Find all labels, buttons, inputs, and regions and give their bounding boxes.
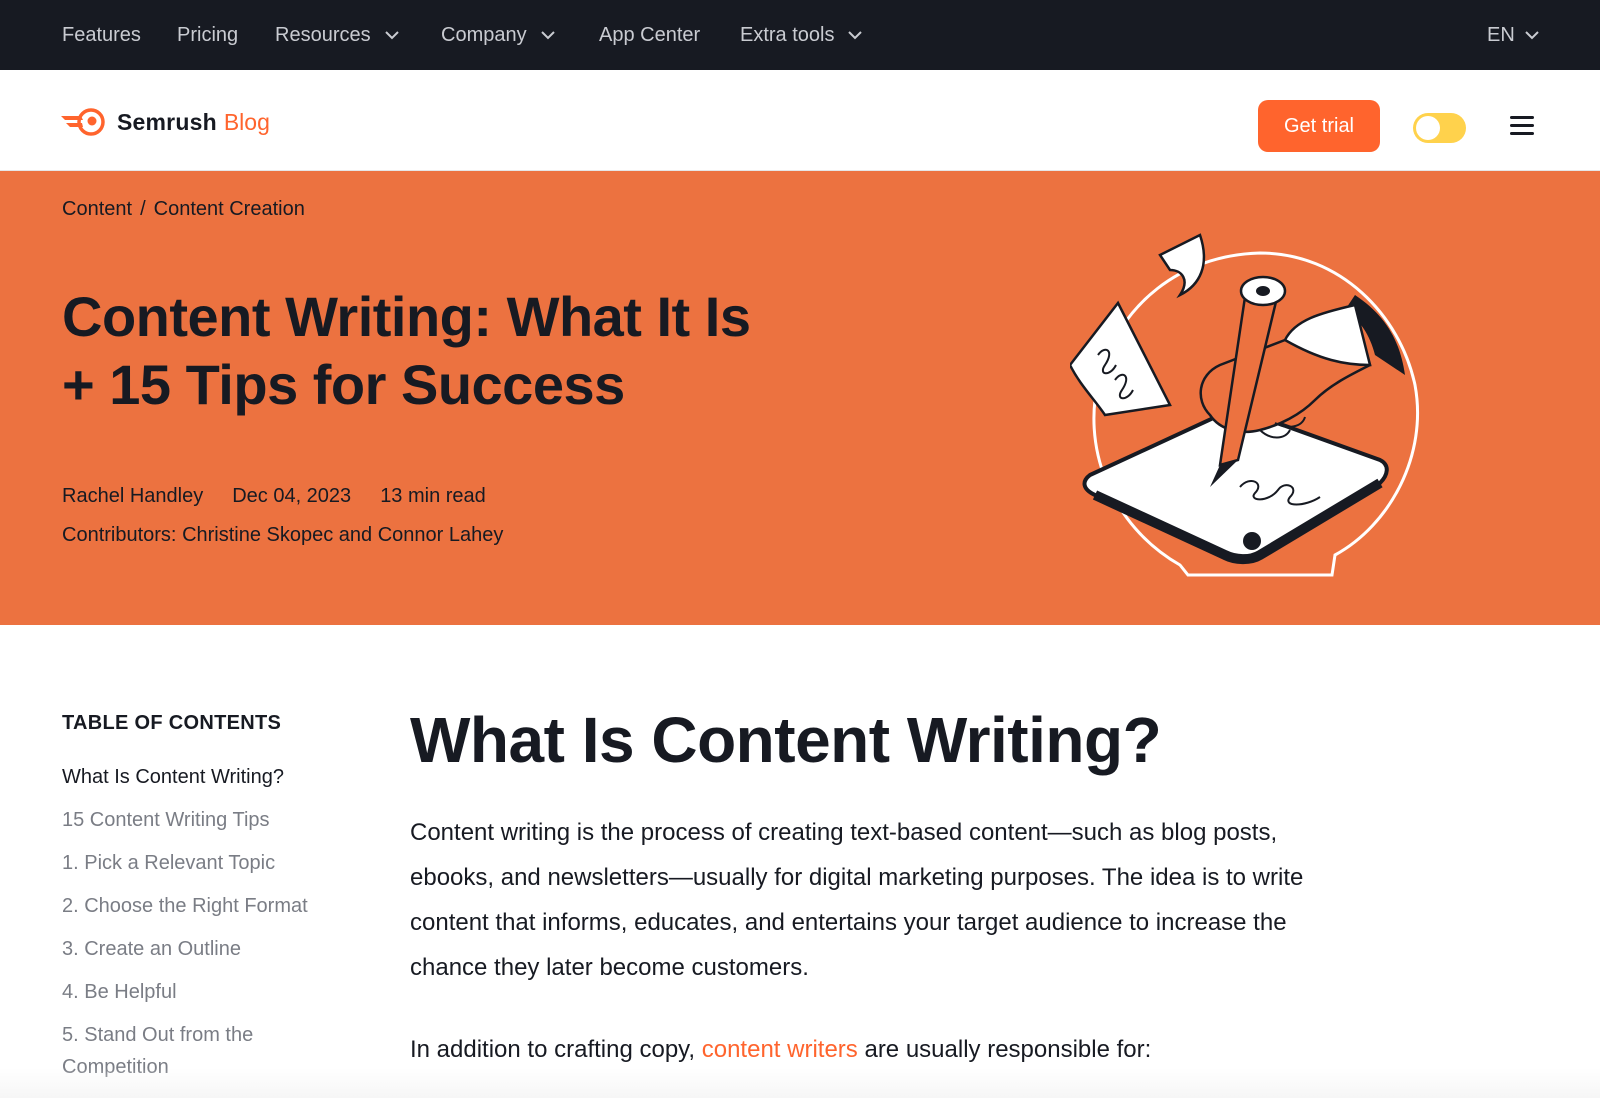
- nav-item-label: App Center: [599, 23, 701, 46]
- semrush-logo-icon: [61, 108, 105, 136]
- bottom-fade: [0, 1068, 1600, 1098]
- toggle-knob: [1416, 116, 1440, 140]
- nav-item-pricing[interactable]: Pricing: [177, 0, 238, 70]
- writing-hand-illustration: [1070, 233, 1420, 577]
- toc-item[interactable]: 2. Choose the Right Format: [62, 890, 362, 922]
- chevron-down-icon: [383, 26, 401, 44]
- nav-item-extra-tools[interactable]: Extra tools: [740, 0, 864, 70]
- theme-toggle[interactable]: [1413, 113, 1466, 143]
- nav-item-label: Extra tools: [740, 23, 835, 46]
- article-hero: Content / Content Creation Content Writi…: [0, 171, 1600, 625]
- content-writers-link[interactable]: content writers: [702, 1036, 858, 1063]
- hamburger-menu-icon[interactable]: [1510, 116, 1536, 138]
- nav-item-resources[interactable]: Resources: [275, 0, 401, 70]
- breadcrumb-separator: /: [140, 198, 146, 220]
- nav-item-features[interactable]: Features: [62, 0, 141, 70]
- chevron-down-icon: [1523, 26, 1541, 44]
- nav-item-label: Pricing: [177, 23, 239, 46]
- language-label: EN: [1487, 23, 1515, 46]
- paragraph: In addition to crafting copy, content wr…: [410, 1027, 1350, 1072]
- article-title: Content Writing: What It Is + 15 Tips fo…: [62, 285, 751, 416]
- breadcrumb: Content / Content Creation: [62, 198, 305, 221]
- chevron-down-icon: [539, 26, 557, 44]
- paragraph-text: In addition to crafting copy,: [410, 1036, 702, 1063]
- breadcrumb-content[interactable]: Content: [62, 198, 132, 221]
- logo-blog-text: Blog: [223, 108, 270, 135]
- toc-title: TABLE OF CONTENTS: [62, 712, 282, 734]
- contributors-names[interactable]: Christine Skopec and Connor Lahey: [182, 524, 503, 546]
- semrush-blog-logo[interactable]: Semrush Blog: [61, 106, 270, 138]
- nav-item-company[interactable]: Company: [441, 0, 557, 70]
- paragraph-text: are usually responsible for:: [857, 1036, 1152, 1063]
- toc-item[interactable]: 4. Be Helpful: [62, 976, 362, 1008]
- publish-date: Dec 04, 2023: [232, 485, 352, 507]
- breadcrumb-content-creation[interactable]: Content Creation: [154, 198, 305, 221]
- section-heading: What Is Content Writing?: [410, 704, 1162, 776]
- toc-list: What Is Content Writing? 15 Content Writ…: [62, 761, 362, 1083]
- top-navigation-bar: Features Pricing Resources Company App C…: [0, 0, 1600, 70]
- article-meta: Rachel Handley Dec 04, 2023 13 min read: [62, 485, 515, 508]
- author-name[interactable]: Rachel Handley: [62, 485, 203, 508]
- toc-item[interactable]: 3. Create an Outline: [62, 933, 362, 965]
- table-of-contents: TABLE OF CONTENTS What Is Content Writin…: [62, 712, 362, 1094]
- nav-item-app-center[interactable]: App Center: [599, 0, 700, 70]
- nav-item-label: Features: [62, 23, 141, 46]
- language-selector[interactable]: EN: [1487, 0, 1541, 70]
- article-body: What Is Content Writing? Content writing…: [410, 700, 1370, 1063]
- site-header: Semrush Blog Get trial: [0, 70, 1600, 171]
- contributors: Contributors: Christine Skopec and Conno…: [62, 524, 503, 547]
- chevron-down-icon: [846, 26, 864, 44]
- toc-item[interactable]: 15 Content Writing Tips: [62, 804, 362, 836]
- get-trial-button[interactable]: Get trial: [1258, 100, 1380, 152]
- toc-item[interactable]: 1. Pick a Relevant Topic: [62, 847, 362, 879]
- read-time: 13 min read: [380, 485, 486, 507]
- nav-item-label: Resources: [275, 23, 371, 46]
- contributors-label: Contributors:: [62, 524, 177, 546]
- toc-item[interactable]: What Is Content Writing?: [62, 761, 362, 793]
- paragraph: Content writing is the process of creati…: [410, 819, 1304, 981]
- logo-text: Semrush: [117, 108, 217, 135]
- nav-item-label: Company: [441, 23, 527, 46]
